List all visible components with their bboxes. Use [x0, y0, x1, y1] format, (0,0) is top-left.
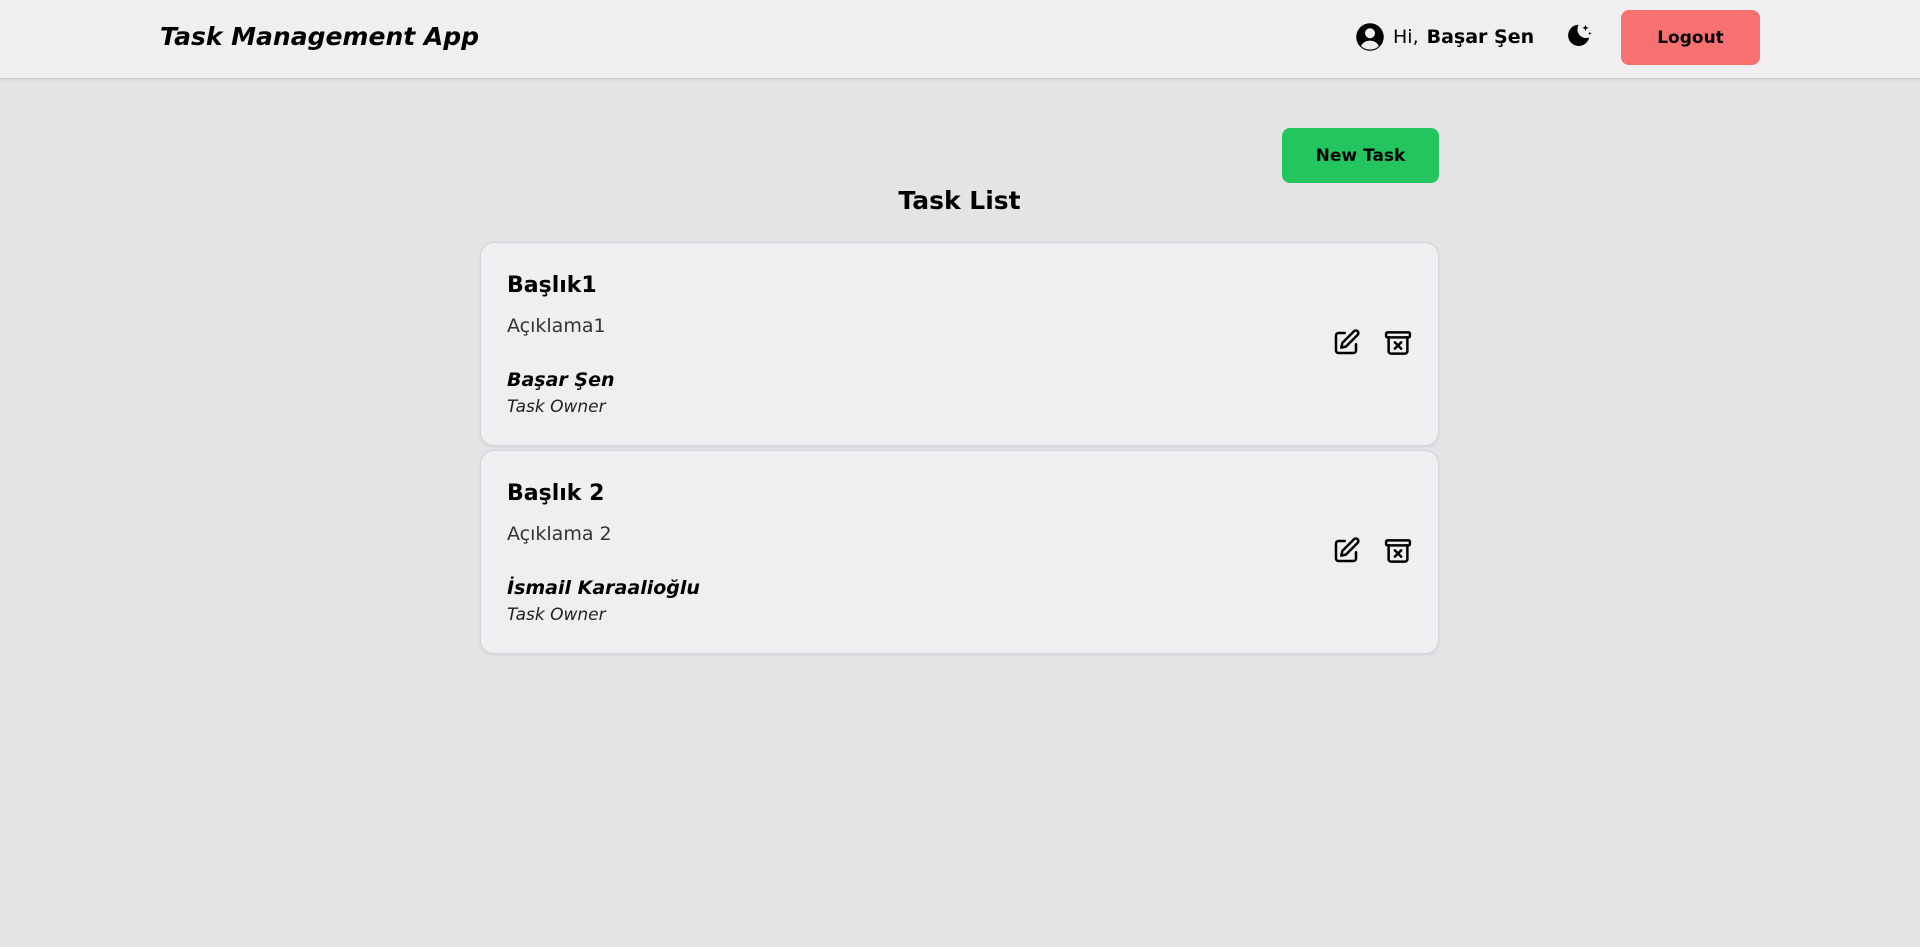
- edit-task-button[interactable]: [1330, 535, 1362, 567]
- greeting-prefix: Hi,: [1393, 26, 1419, 48]
- task-owner-name: Başar Şen: [507, 369, 615, 391]
- task-owner-name: İsmail Karaalioğlu: [507, 577, 700, 599]
- user-circle-icon: [1355, 22, 1385, 52]
- task-owner-role: Task Owner: [507, 397, 606, 417]
- archive-x-icon: [1383, 328, 1413, 358]
- task-title: Başlık1: [507, 273, 597, 298]
- user-name: Başar Şen: [1426, 26, 1535, 48]
- new-task-button[interactable]: New Task: [1282, 128, 1439, 183]
- moon-stars-icon: [1563, 21, 1593, 55]
- logout-button[interactable]: Logout: [1621, 10, 1760, 65]
- theme-toggle-button[interactable]: [1561, 21, 1595, 55]
- task-card: Başlık1 Açıklama1 Başar Şen Task Owner: [480, 242, 1439, 446]
- task-actions: [1330, 535, 1414, 567]
- task-description: Açıklama 2: [507, 523, 612, 545]
- task-list: Başlık1 Açıklama1 Başar Şen Task Owner B…: [480, 242, 1439, 658]
- top-navbar: Task Management App Hi, Başar Şen Logout: [0, 0, 1920, 79]
- app-title: Task Management App: [160, 22, 480, 51]
- page-title: Task List: [898, 186, 1021, 215]
- task-title: Başlık 2: [507, 481, 605, 506]
- task-description: Açıklama1: [507, 315, 606, 337]
- task-owner-role: Task Owner: [507, 605, 606, 625]
- archive-x-icon: [1383, 536, 1413, 566]
- edit-icon: [1331, 328, 1361, 358]
- delete-task-button[interactable]: [1382, 535, 1414, 567]
- task-actions: [1330, 327, 1414, 359]
- edit-icon: [1331, 536, 1361, 566]
- edit-task-button[interactable]: [1330, 327, 1362, 359]
- delete-task-button[interactable]: [1382, 327, 1414, 359]
- task-card: Başlık 2 Açıklama 2 İsmail Karaalioğlu T…: [480, 450, 1439, 654]
- user-greeting: Hi, Başar Şen: [1355, 22, 1534, 52]
